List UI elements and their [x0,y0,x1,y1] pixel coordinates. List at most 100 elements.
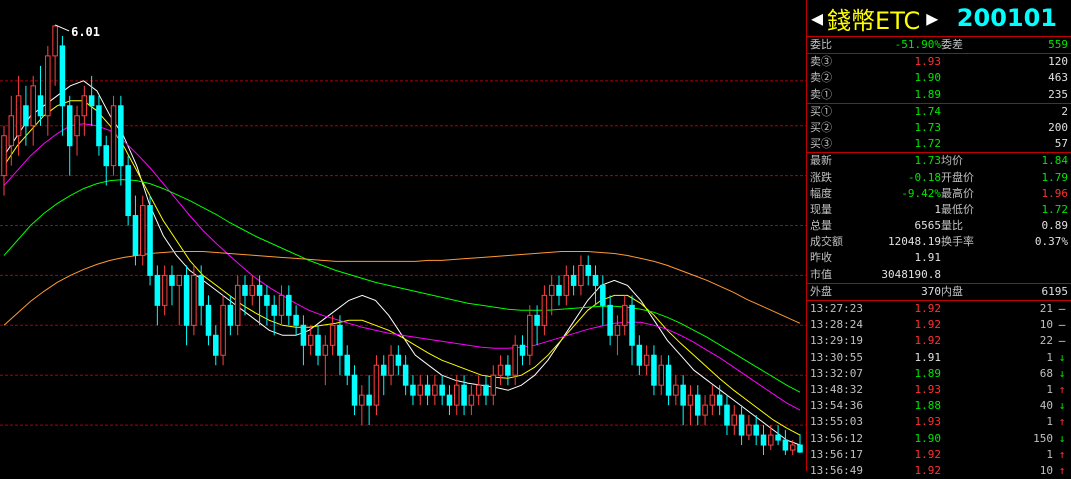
candle [636,335,643,376]
candle [468,385,475,416]
candle [475,375,482,406]
candle [534,305,540,346]
candle-body-down [132,215,139,256]
ask-row: 卖① 1.89 235 [807,87,1071,103]
candle [760,425,767,456]
candle [88,75,95,126]
candle [161,265,168,316]
tick-direction-icon: ↓ [1058,399,1066,413]
candle-body-down [213,334,219,356]
bid-price: 1.72 [914,137,942,151]
candle-body-up [388,354,394,376]
bid-price: 1.74 [914,104,942,118]
candle-body-down [680,384,686,406]
candle [665,355,672,406]
tick-row: 13:56:12 1.90 150 ↓ [807,431,1071,447]
candle-body-down [651,354,657,386]
stat-row: 市值 3048190.8 [807,267,1071,283]
candles [1,24,803,456]
tick-row: 13:29:19 1.92 22 — [807,333,1071,349]
candle [497,355,504,386]
candle [461,375,467,416]
outer-inner-row: 外盘 370 内盘 6195 [807,284,1071,301]
candle-body-up [621,304,628,326]
candle-body-down [23,105,29,127]
candle-body-down [198,274,204,306]
candle-body-up [74,115,80,137]
security-header: ◀ 錢幣ETC ▶ 200101 [807,0,1071,37]
candle-body-down [446,394,453,406]
tick-list[interactable]: 13:27:23 1.92 21 — 13:28:24 1.92 10 — 13:29:19 1.… [807,301,1071,479]
candle-body-up [161,274,168,306]
candle [410,375,416,406]
tick-price: 1.92 [914,447,942,461]
tick-price: 1.93 [914,382,942,396]
tick-row: 13:48:32 1.93 1 ↑ [807,382,1071,398]
stat-value-2: 0.89 [1041,219,1069,233]
candle [738,405,745,446]
candlestick-chart[interactable]: 6.01 [0,0,806,471]
candle [716,385,723,416]
candle [746,415,752,441]
candle [424,375,431,406]
prev-security-icon[interactable]: ◀ [811,0,823,36]
candle [329,315,336,356]
candle-body-up [548,284,555,296]
tick-price: 1.91 [914,350,942,364]
candle [8,95,15,166]
ask-book: 卖③ 1.93 120 卖② 1.90 463 卖① 1.89 235 [807,54,1071,104]
candle-body-up [614,324,621,336]
stat-value: 1.91 [914,251,942,265]
weicha-value: 559 [1048,38,1068,51]
candle-body-down [483,384,489,396]
candle-body-down [534,314,540,326]
stat-label: 最新 [810,154,832,168]
bid-label: 买② [810,120,832,134]
candle [169,265,175,306]
candle-body-up [359,394,365,406]
bid-label: 买① [810,104,832,118]
tick-time: 13:28:24 [810,318,863,332]
candle-body-down [439,384,445,396]
candle-body-down [337,324,343,356]
bid-volume: 200 [1048,120,1068,134]
candle-body-up [1,135,7,177]
stat-row: 成交额 12048.19 换手率 0.37% [807,234,1071,250]
stat-value-2: 0.37% [1034,235,1068,249]
candle [483,375,489,406]
tick-qty: 1 [1046,447,1053,461]
candle [563,265,570,306]
candle [110,95,117,176]
candle-body-down [410,384,416,396]
candle-body-up [578,264,584,286]
tick-qty: 68 [1039,366,1053,380]
bid-volume: 2 [1061,104,1068,118]
candle-body-down [775,434,781,441]
tick-direction-icon: — [1058,302,1066,315]
candle [527,305,533,366]
stat-label-2: 换手率 [941,235,974,249]
candle-body-up [563,274,570,296]
candle [293,305,299,336]
candle [359,385,365,426]
tick-qty: 1 [1046,415,1053,429]
tick-price: 1.93 [914,415,942,429]
ask-price: 1.93 [914,55,942,69]
candle-body-down [125,165,131,217]
candle [643,345,650,376]
tick-time: 13:54:36 [810,399,863,413]
candle [600,275,606,326]
bid-book: 买① 1.74 2 买② 1.73 200 买③ 1.72 57 [807,104,1071,154]
candle-body-up [432,384,438,396]
stat-value: 3048190.8 [881,267,941,281]
candle-body-down [205,304,212,336]
next-security-icon[interactable]: ▶ [926,0,938,36]
tick-qty: 40 [1039,399,1053,413]
tick-qty: 10 [1039,318,1053,332]
tick-time: 13:56:17 [810,447,863,461]
candle [592,265,599,306]
candle [176,274,183,326]
candle [205,295,212,346]
outer-label: 外盘 [810,284,832,298]
candle [651,345,657,396]
